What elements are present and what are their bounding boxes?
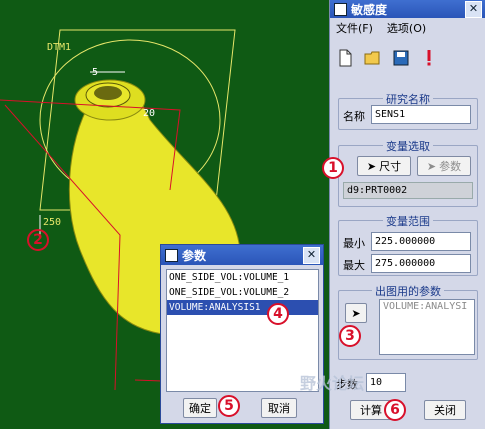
menu-file[interactable]: 文件(F) [336, 20, 373, 36]
annotation-4: 4 [267, 303, 289, 325]
list-item[interactable]: ONE_SIDE_VOL:VOLUME_2 [167, 285, 318, 300]
dim-text-2: 20 [143, 108, 155, 119]
watermark: 野火论坛 [300, 374, 365, 393]
selected-variable-field: d9:PRT0002 [343, 182, 473, 199]
variable-select-group: 变量选取 ➤ 尺寸 ➤ 参数 d9:PRT0002 [338, 140, 478, 207]
app-icon [334, 2, 347, 16]
parameter-button-label: 参数 [439, 160, 462, 173]
dialog-app-icon [165, 248, 178, 262]
plot-params-title: 出图用的参数 [372, 285, 444, 298]
datum-label: DTM1 [47, 42, 71, 53]
annotation-3: 3 [339, 325, 361, 347]
plot-params-list[interactable]: VOLUME:ANALYSI [379, 299, 475, 355]
warning-icon[interactable] [420, 49, 438, 67]
steps-field[interactable]: 10 [366, 373, 406, 392]
dimension-button-label: 尺寸 [379, 160, 402, 173]
cancel-button[interactable]: 取消 [261, 398, 297, 418]
parameters-title: 参数 [182, 248, 207, 263]
plot-params-group: 出图用的参数 ➤ VOLUME:ANALYSI [338, 285, 478, 360]
min-label: 最小 [343, 237, 365, 250]
ok-button[interactable]: 确定 [183, 398, 217, 418]
dim-text-1: 5 [92, 67, 98, 78]
sensitivity-dialog: 敏感度 ✕ 文件(F) 选项(O) 研究名称 名称 SENS1 变量选取 ➤ 尺… [329, 0, 485, 429]
annotation-5: 5 [218, 395, 240, 417]
parameters-list[interactable]: ONE_SIDE_VOL:VOLUME_1 ONE_SIDE_VOL:VOLUM… [166, 269, 319, 392]
pointer-icon-disabled: ➤ [426, 159, 437, 173]
list-item[interactable]: ONE_SIDE_VOL:VOLUME_1 [167, 270, 318, 285]
max-label: 最大 [343, 259, 365, 272]
pointer-icon: ➤ [366, 159, 377, 173]
annotation-6: 6 [384, 399, 406, 421]
max-field[interactable]: 275.000000 [371, 254, 471, 273]
variable-range-title: 变量范围 [383, 215, 433, 228]
open-folder-icon[interactable] [364, 49, 382, 67]
pointer-icon-plot: ➤ [351, 306, 361, 320]
sensitivity-titlebar: 敏感度 ✕ [330, 0, 485, 18]
dimension-button[interactable]: ➤ 尺寸 [357, 156, 411, 176]
name-label: 名称 [343, 110, 365, 123]
close-icon[interactable]: ✕ [465, 1, 482, 18]
save-icon[interactable] [392, 49, 410, 67]
parameters-titlebar: 参数 ✕ [161, 245, 323, 265]
select-plot-param-button[interactable]: ➤ [345, 303, 367, 323]
annotation-1: 1 [322, 157, 344, 179]
close-button[interactable]: 关闭 [424, 400, 466, 420]
list-item-selected[interactable]: VOLUME:ANALYSIS1 [167, 300, 318, 315]
parameter-button[interactable]: ➤ 参数 [417, 156, 471, 176]
study-name-field[interactable]: SENS1 [371, 105, 471, 124]
sensitivity-title: 敏感度 [351, 2, 388, 17]
variable-select-title: 变量选取 [383, 140, 433, 153]
bottle-opening [94, 86, 122, 100]
toolbar [330, 38, 485, 78]
variable-range-group: 变量范围 最小 225.000000 最大 275.000000 [338, 215, 478, 276]
dim-text-large: 250 [43, 217, 61, 228]
study-name-group: 研究名称 名称 SENS1 [338, 93, 478, 130]
menu-bar: 文件(F) 选项(O) [330, 18, 485, 38]
menu-options[interactable]: 选项(O) [387, 20, 426, 36]
annotation-2: 2 [27, 229, 49, 251]
min-field[interactable]: 225.000000 [371, 232, 471, 251]
new-file-icon[interactable] [336, 49, 354, 67]
parameters-dialog: 参数 ✕ ONE_SIDE_VOL:VOLUME_1 ONE_SIDE_VOL:… [160, 244, 324, 424]
dialog-close-icon[interactable]: ✕ [303, 247, 320, 264]
